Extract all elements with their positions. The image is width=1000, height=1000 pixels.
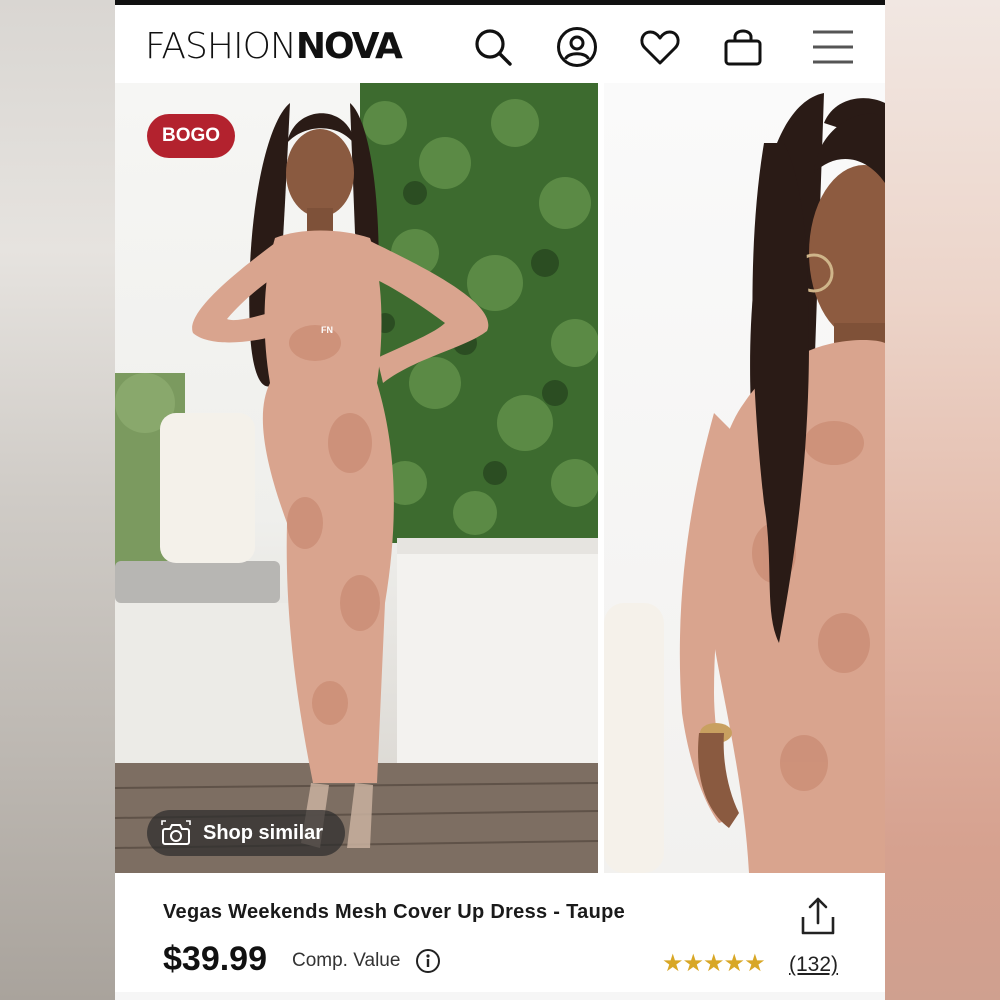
info-icon[interactable] [415,948,441,974]
bottom-edge [115,992,885,1000]
product-image-secondary[interactable] [604,83,885,873]
share-icon[interactable] [798,895,838,939]
product-price: $39.99 [163,940,267,978]
wishlist-heart-icon[interactable] [638,25,682,69]
shop-similar-button[interactable]: Shop similar [147,810,345,856]
site-header: FASHIONNOVA [115,5,885,83]
product-image-main[interactable]: FN BOGO Shop similar [115,83,598,873]
comp-value-label: Comp. Value [292,950,401,971]
shopping-bag-icon[interactable] [721,25,765,69]
shop-similar-label: Shop similar [203,822,324,844]
product-photo-secondary [604,93,885,873]
logo-text-light: FASHION [145,26,297,67]
fashionnova-logo[interactable]: FASHIONNOVA [145,26,403,67]
product-title: Vegas Weekends Mesh Cover Up Dress - Tau… [163,901,626,923]
account-icon[interactable] [555,25,599,69]
app-screen: FASHIONNOVA FN BOGO Shop similar Vegas W… [115,0,885,1000]
bogo-badge: BOGO [147,114,235,158]
camera-icon [161,819,191,847]
dress-logo-text: FN [321,325,333,335]
logo-text-bold: NOVA [295,26,403,67]
product-photo-main: FN [115,83,598,873]
left-background-blur [0,0,115,1000]
right-background-blur [885,0,1000,1000]
rating-stars[interactable]: ★★★★★ [662,951,766,977]
search-icon[interactable] [471,25,515,69]
review-count-link[interactable]: (132) [789,953,838,977]
menu-icon[interactable] [811,25,855,69]
